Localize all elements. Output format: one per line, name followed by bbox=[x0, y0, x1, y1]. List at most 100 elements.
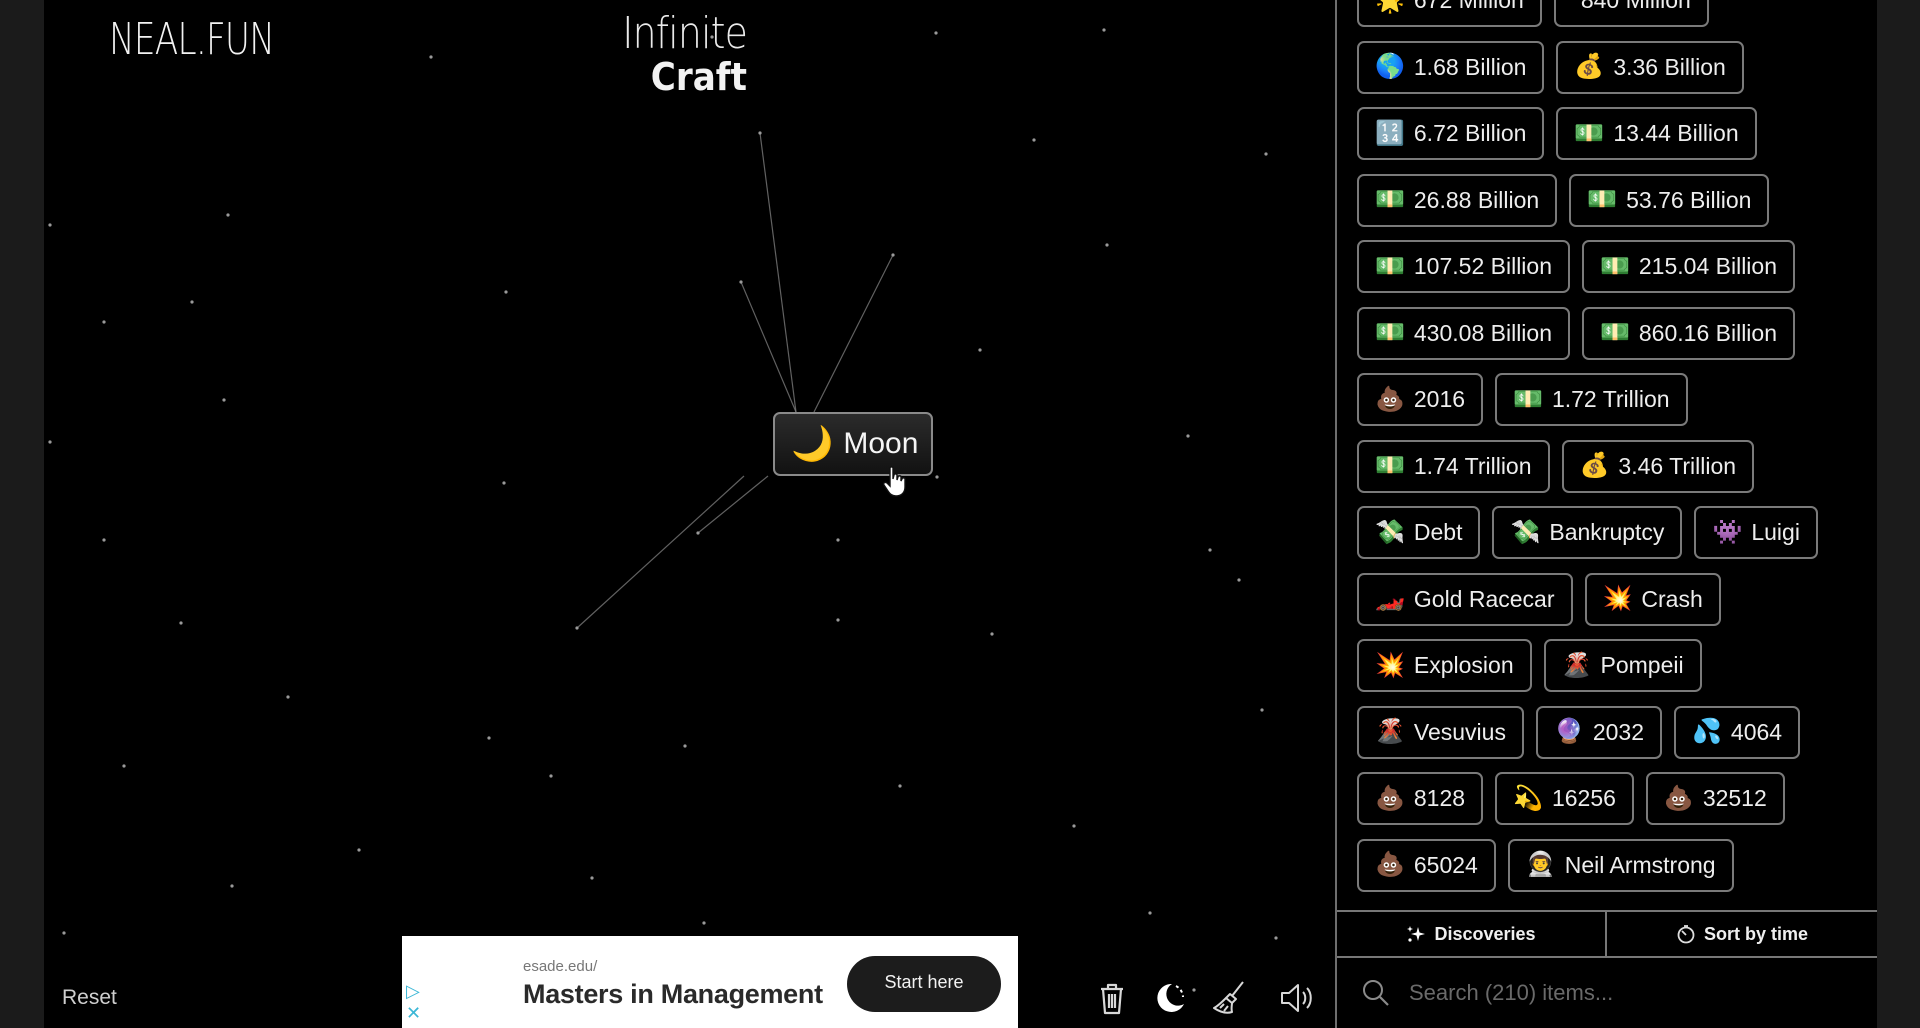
item-label: 430.08 Billion bbox=[1413, 319, 1552, 346]
item-pill[interactable]: 🌋 Vesuvius bbox=[1357, 705, 1524, 759]
star bbox=[1208, 548, 1212, 552]
left-window-edge bbox=[0, 0, 44, 1028]
item-pill[interactable]: 💵 26.88 Billion bbox=[1357, 173, 1558, 227]
item-label: Gold Racecar bbox=[1413, 585, 1555, 612]
hand-pointer-cursor-icon bbox=[883, 466, 906, 497]
item-emoji-icon: 💰 bbox=[1579, 452, 1610, 479]
broom-clear-icon[interactable] bbox=[1210, 978, 1250, 1018]
item-pill[interactable]: 💩 32512 bbox=[1645, 772, 1785, 825]
item-emoji-icon: 💵 bbox=[1375, 252, 1405, 280]
items-sidebar: 🌟 672 Million 840 Million 🌎 1.68 Billion 💰 3.3… bbox=[1335, 0, 1877, 1028]
star bbox=[429, 55, 433, 59]
item-pill[interactable]: 🔮 2032 bbox=[1535, 705, 1663, 759]
item-label: 8128 bbox=[1413, 785, 1466, 811]
items-row: 🌎 1.68 Billion 💰 3.36 Billion bbox=[1357, 40, 1857, 94]
item-pill[interactable]: 💵 1.74 Trillion bbox=[1357, 439, 1550, 493]
item-label: Vesuvius bbox=[1413, 718, 1506, 745]
item-pill[interactable]: 💸 Debt bbox=[1357, 506, 1481, 559]
item-label: 860.16 Billion bbox=[1638, 319, 1777, 346]
item-label: 3.36 Billion bbox=[1613, 53, 1726, 80]
sound-icon[interactable] bbox=[1276, 978, 1316, 1018]
star bbox=[48, 440, 52, 444]
item-pill[interactable]: 💸 Bankruptcy bbox=[1492, 506, 1683, 559]
item-pill[interactable]: 💥 Explosion bbox=[1357, 639, 1532, 692]
item-pill[interactable]: 💵 107.52 Billion bbox=[1357, 240, 1570, 293]
sort-by-time-button[interactable]: Sort by time bbox=[1607, 912, 1877, 956]
logo-line-infinite: Infinite bbox=[622, 8, 748, 59]
item-emoji-icon: 🏎️ bbox=[1375, 585, 1405, 612]
item-label: 3.46 Trillion bbox=[1618, 452, 1737, 479]
star bbox=[836, 618, 840, 622]
adchoices-icon[interactable]: ▷ bbox=[406, 980, 421, 1002]
item-pill[interactable]: 💥 Crash bbox=[1584, 572, 1721, 626]
star bbox=[696, 531, 700, 535]
items-row: 💩 8128 💫 16256 💩 32512 bbox=[1357, 772, 1857, 825]
ad-url: esade.edu/ bbox=[523, 958, 598, 975]
star bbox=[122, 764, 126, 768]
star bbox=[990, 632, 994, 636]
item-pill[interactable]: 840 Million bbox=[1553, 0, 1709, 27]
star bbox=[683, 744, 687, 748]
item-pill[interactable]: 💦 4064 bbox=[1674, 705, 1801, 759]
sparkles-icon bbox=[1407, 926, 1426, 942]
item-pill[interactable]: 💵 860.16 Billion bbox=[1582, 306, 1795, 360]
item-pill[interactable]: 💵 13.44 Billion bbox=[1556, 107, 1757, 160]
discoveries-label: Discoveries bbox=[1434, 923, 1536, 944]
item-pill[interactable]: 💵 430.08 Billion bbox=[1357, 306, 1570, 360]
item-label: 65024 bbox=[1413, 851, 1478, 878]
item-pill[interactable]: 👨‍🚀 Neil Armstrong bbox=[1507, 838, 1734, 892]
crafting-canvas[interactable]: NEAL.FUN Infinite Craft 🌙 Moon Reset ▷ ✕… bbox=[44, 0, 1335, 1028]
item-emoji-icon: 💥 bbox=[1375, 651, 1405, 679]
item-label: 6.72 Billion bbox=[1413, 120, 1527, 146]
item-pill[interactable]: 🌋 Pompeii bbox=[1543, 639, 1702, 692]
item-pill[interactable]: 💵 53.76 Billion bbox=[1569, 173, 1770, 227]
star bbox=[226, 213, 230, 217]
trash-icon[interactable] bbox=[1092, 978, 1132, 1018]
item-emoji-icon: 🌋 bbox=[1375, 718, 1405, 745]
star bbox=[102, 538, 106, 542]
item-emoji-icon: 💵 bbox=[1513, 385, 1543, 413]
ad-banner[interactable]: ▷ ✕ esade.edu/ Masters in Management Sta… bbox=[402, 936, 1018, 1028]
infinite-craft-logo: Infinite Craft bbox=[602, 8, 748, 97]
discoveries-button[interactable]: Discoveries bbox=[1337, 912, 1607, 956]
item-emoji-icon: 💥 bbox=[1602, 585, 1633, 612]
item-pill[interactable]: 💰 3.46 Trillion bbox=[1561, 439, 1755, 493]
item-label: Debt bbox=[1413, 519, 1463, 545]
neal-fun-logo[interactable]: NEAL.FUN bbox=[109, 14, 275, 65]
item-pill[interactable]: 💩 65024 bbox=[1357, 838, 1496, 892]
item-pill[interactable]: 🏎️ Gold Racecar bbox=[1357, 572, 1573, 626]
item-pill[interactable]: 💫 16256 bbox=[1495, 772, 1634, 825]
item-label: 1.72 Trillion bbox=[1551, 386, 1670, 412]
item-emoji-icon: 💵 bbox=[1375, 319, 1405, 346]
item-pill[interactable]: 🌟 672 Million bbox=[1357, 0, 1542, 27]
ad-cta-button[interactable]: Start here bbox=[847, 956, 1001, 1012]
moon-emoji-icon: 🌙 bbox=[791, 425, 834, 463]
connection-line bbox=[576, 475, 745, 629]
star bbox=[1260, 708, 1264, 712]
dark-mode-moon-icon[interactable] bbox=[1150, 978, 1190, 1018]
star bbox=[836, 538, 840, 542]
search-input[interactable] bbox=[1409, 980, 1849, 1006]
item-pill[interactable]: 💩 8128 bbox=[1357, 772, 1484, 825]
star bbox=[898, 784, 902, 788]
item-pill[interactable]: 💰 3.36 Billion bbox=[1556, 40, 1744, 94]
items-list[interactable]: 🌟 672 Million 840 Million 🌎 1.68 Billion 💰 3.3… bbox=[1357, 0, 1857, 905]
item-pill[interactable]: 💵 215.04 Billion bbox=[1582, 240, 1795, 293]
canvas-element-moon[interactable]: 🌙 Moon bbox=[773, 412, 933, 476]
item-pill[interactable]: 🌎 1.68 Billion bbox=[1357, 40, 1545, 94]
star bbox=[286, 695, 290, 699]
ad-headline[interactable]: Masters in Management bbox=[523, 979, 823, 1010]
star bbox=[1264, 152, 1268, 156]
item-pill[interactable]: 💵 1.72 Trillion bbox=[1495, 373, 1688, 426]
item-emoji-icon: 💵 bbox=[1600, 252, 1630, 280]
item-label: 2016 bbox=[1413, 386, 1466, 412]
item-emoji-icon: 💵 bbox=[1600, 319, 1630, 346]
reset-button[interactable]: Reset bbox=[62, 986, 117, 1010]
item-emoji-icon: 💩 bbox=[1375, 784, 1405, 812]
item-pill[interactable]: 💩 2016 bbox=[1357, 373, 1484, 426]
ad-close-icon[interactable]: ✕ bbox=[406, 1002, 421, 1024]
star bbox=[891, 253, 895, 257]
star bbox=[1186, 434, 1190, 438]
item-pill[interactable]: 👾 Luigi bbox=[1694, 506, 1818, 559]
item-pill[interactable]: 🔢 6.72 Billion bbox=[1357, 107, 1545, 160]
